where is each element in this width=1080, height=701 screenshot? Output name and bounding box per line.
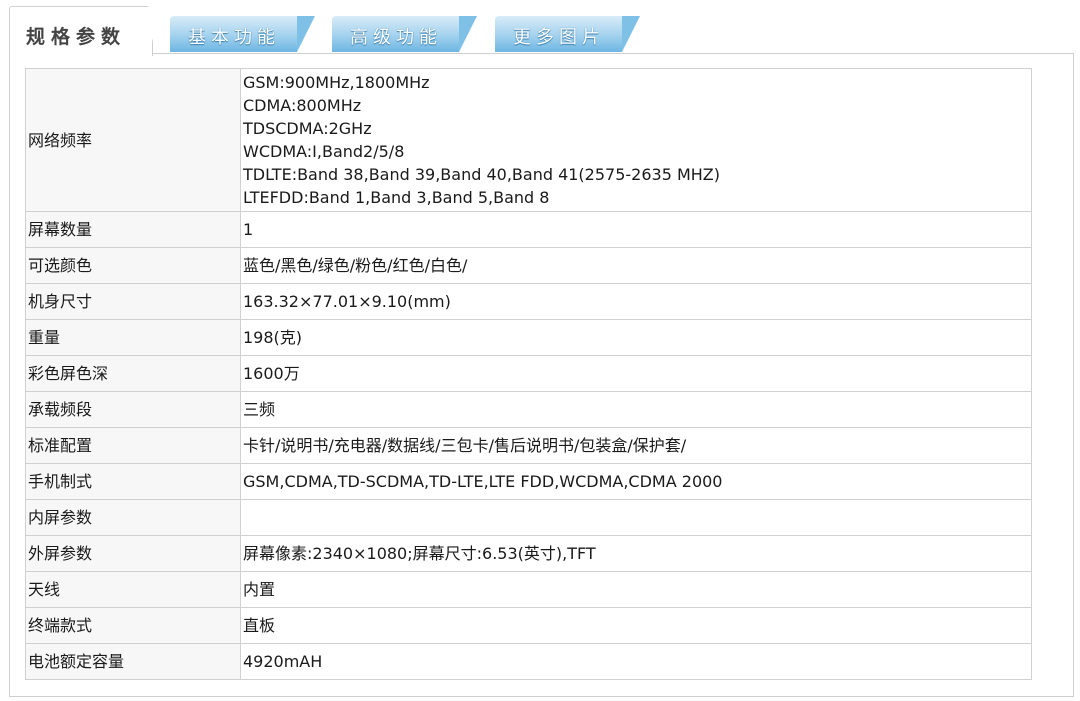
table-row: 内屏参数 bbox=[25, 499, 1032, 536]
spec-value: 屏幕像素:2340×1080;屏幕尺寸:6.53(英寸),TFT bbox=[240, 535, 1032, 572]
spec-label: 网络频率 bbox=[25, 68, 241, 212]
spec-value: GSM:900MHz,1800MHz CDMA:800MHz TDSCDMA:2… bbox=[240, 68, 1032, 212]
spec-value: 直板 bbox=[240, 607, 1032, 644]
spec-value: GSM,CDMA,TD-SCDMA,TD-LTE,LTE FDD,WCDMA,C… bbox=[240, 463, 1032, 500]
table-row: 外屏参数 屏幕像素:2340×1080;屏幕尺寸:6.53(英寸),TFT bbox=[25, 535, 1032, 572]
spec-label: 手机制式 bbox=[25, 463, 241, 500]
spec-value bbox=[240, 499, 1032, 536]
spec-label: 重量 bbox=[25, 319, 241, 356]
spec-value: 1600万 bbox=[240, 355, 1032, 392]
tab-advanced-functions-label: 高级功能 bbox=[350, 27, 442, 48]
spec-value: 4920mAH bbox=[240, 643, 1032, 680]
table-row: 机身尺寸 163.32×77.01×9.10(mm) bbox=[25, 283, 1032, 320]
table-row: 重量 198(克) bbox=[25, 319, 1032, 356]
spec-label: 内屏参数 bbox=[25, 499, 241, 536]
tab-basic-functions[interactable]: 基本功能 bbox=[170, 16, 315, 52]
spec-label: 可选颜色 bbox=[25, 247, 241, 284]
spec-value: 卡针/说明书/充电器/数据线/三包卡/售后说明书/包装盒/保护套/ bbox=[240, 427, 1032, 464]
table-row: 可选颜色 蓝色/黑色/绿色/粉色/红色/白色/ bbox=[25, 247, 1032, 284]
spec-label: 天线 bbox=[25, 571, 241, 608]
tab-more-images[interactable]: 更多图片 bbox=[495, 16, 640, 52]
spec-value-line: TDLTE:Band 38,Band 39,Band 40,Band 41(25… bbox=[243, 165, 721, 184]
spec-value-line: TDSCDMA:2GHz bbox=[243, 119, 372, 138]
spec-label: 终端款式 bbox=[25, 607, 241, 644]
tab-basic-functions-label: 基本功能 bbox=[188, 27, 280, 48]
tab-advanced-functions[interactable]: 高级功能 bbox=[332, 16, 477, 52]
tab-specs[interactable]: 规格参数 bbox=[9, 6, 162, 56]
table-row: 天线 内置 bbox=[25, 571, 1032, 608]
tab-more-images-label: 更多图片 bbox=[513, 27, 605, 48]
spec-value-line: CDMA:800MHz bbox=[243, 96, 362, 115]
spec-value: 蓝色/黑色/绿色/粉色/红色/白色/ bbox=[240, 247, 1032, 284]
spec-value: 1 bbox=[240, 211, 1032, 248]
table-row: 电池额定容量 4920mAH bbox=[25, 643, 1032, 680]
spec-value-line: GSM:900MHz,1800MHz bbox=[243, 73, 430, 92]
spec-value: 三频 bbox=[240, 391, 1032, 428]
spec-label: 标准配置 bbox=[25, 427, 241, 464]
specs-panel: 网络频率 GSM:900MHz,1800MHz CDMA:800MHz TDSC… bbox=[9, 53, 1074, 697]
spec-label: 承载频段 bbox=[25, 391, 241, 428]
tab-specs-label: 规格参数 bbox=[26, 26, 127, 48]
spec-label: 彩色屏色深 bbox=[25, 355, 241, 392]
table-row: 彩色屏色深 1600万 bbox=[25, 355, 1032, 392]
table-row: 承载频段 三频 bbox=[25, 391, 1032, 428]
spec-value: 内置 bbox=[240, 571, 1032, 608]
tab-bar: 规格参数 基本功能 高级功能 更多图片 bbox=[9, 0, 1073, 56]
spec-value: 163.32×77.01×9.10(mm) bbox=[240, 283, 1032, 320]
table-row: 终端款式 直板 bbox=[25, 607, 1032, 644]
table-row: 手机制式 GSM,CDMA,TD-SCDMA,TD-LTE,LTE FDD,WC… bbox=[25, 463, 1032, 500]
spec-label: 电池额定容量 bbox=[25, 643, 241, 680]
spec-label: 机身尺寸 bbox=[25, 283, 241, 320]
spec-value: 198(克) bbox=[240, 319, 1032, 356]
table-row: 标准配置 卡针/说明书/充电器/数据线/三包卡/售后说明书/包装盒/保护套/ bbox=[25, 427, 1032, 464]
table-row: 屏幕数量 1 bbox=[25, 211, 1032, 248]
specs-table: 网络频率 GSM:900MHz,1800MHz CDMA:800MHz TDSC… bbox=[25, 68, 1032, 680]
table-row: 网络频率 GSM:900MHz,1800MHz CDMA:800MHz TDSC… bbox=[25, 68, 1032, 212]
spec-value-line: WCDMA:I,Band2/5/8 bbox=[243, 142, 405, 161]
spec-value-line: LTEFDD:Band 1,Band 3,Band 5,Band 8 bbox=[243, 188, 550, 207]
spec-label: 屏幕数量 bbox=[25, 211, 241, 248]
spec-label: 外屏参数 bbox=[25, 535, 241, 572]
